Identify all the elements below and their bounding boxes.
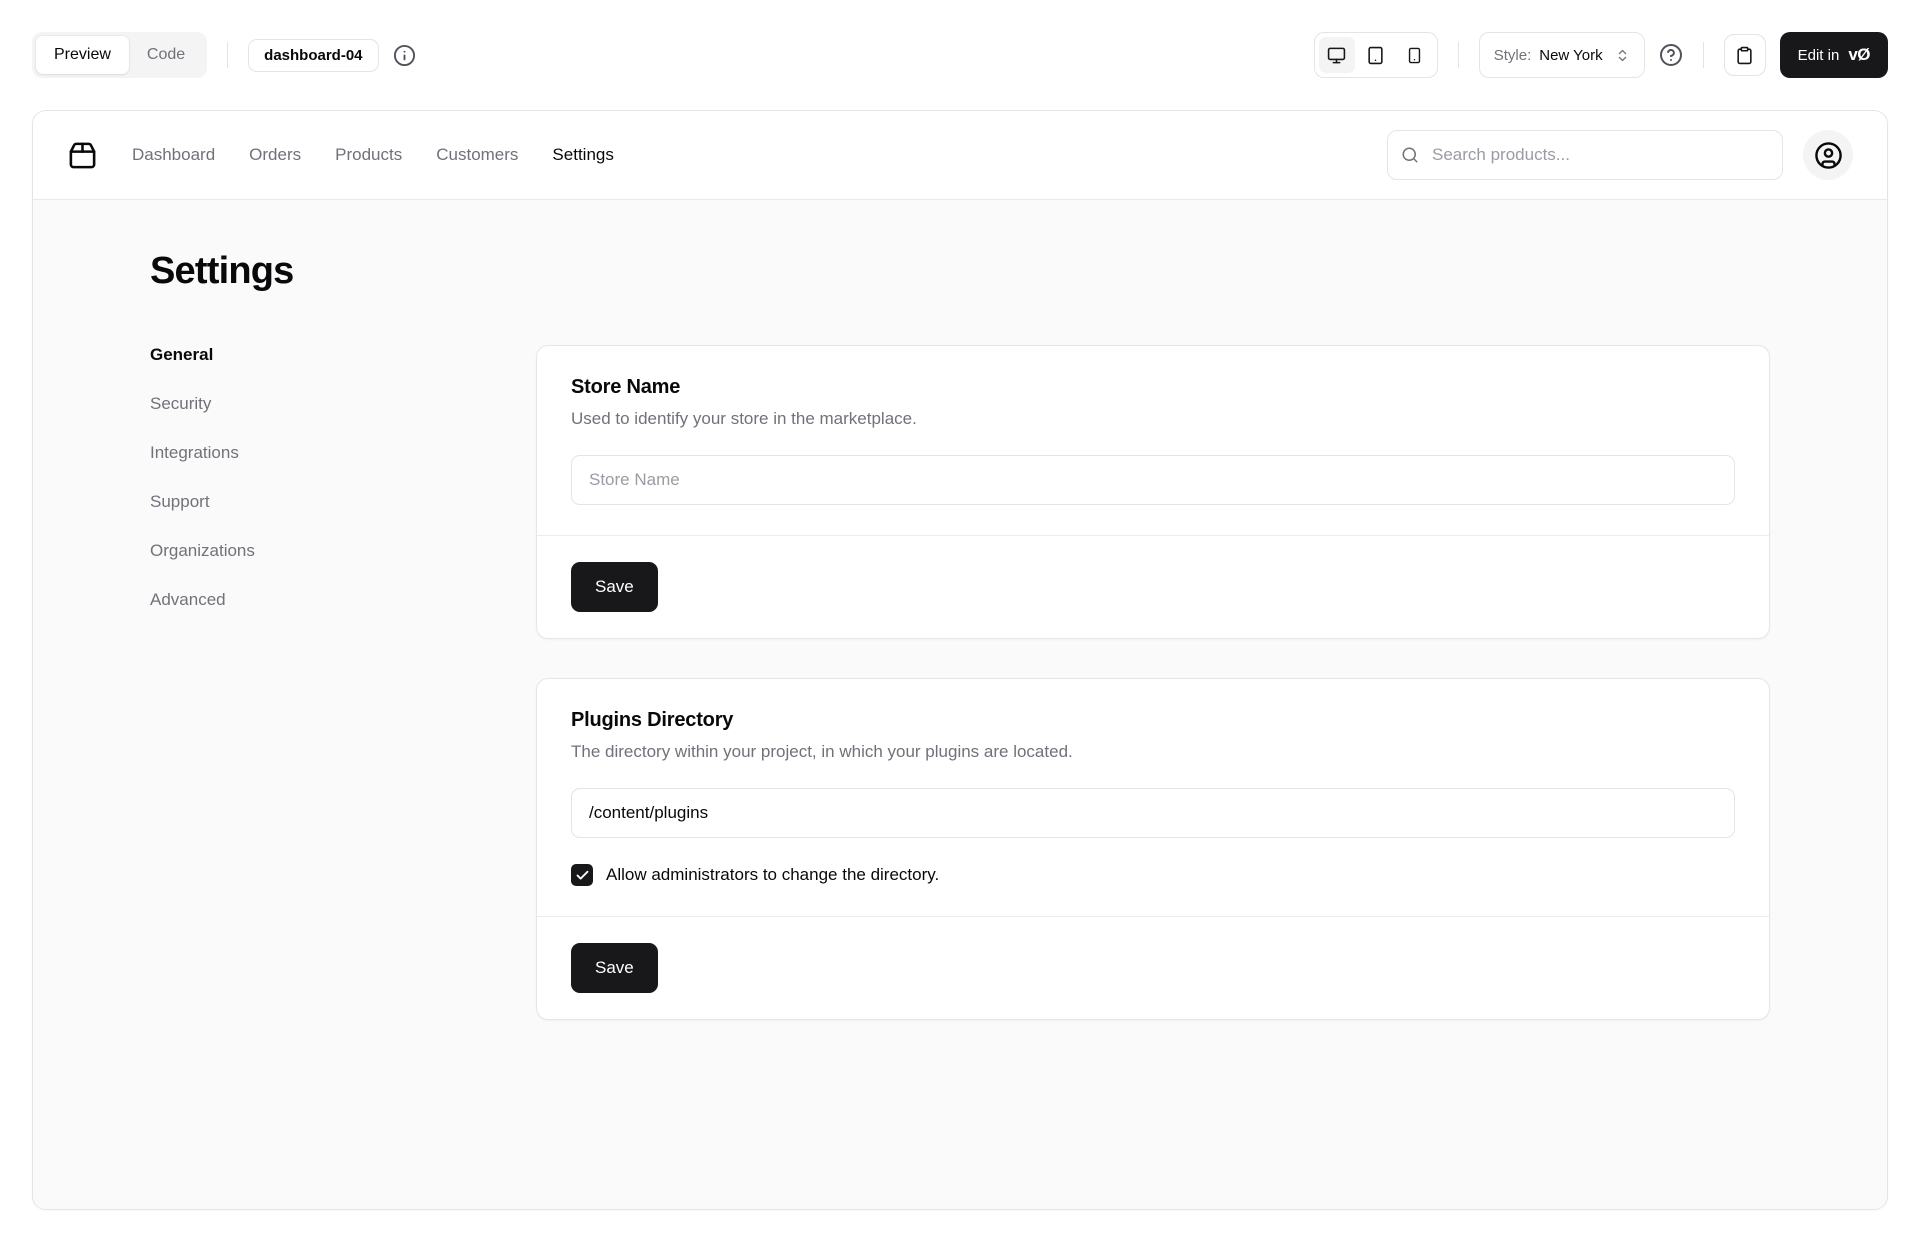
style-select[interactable]: Style: New York <box>1478 32 1645 78</box>
tablet-icon <box>1366 46 1385 65</box>
search-field <box>1387 130 1783 180</box>
plugins-directory-input[interactable] <box>571 788 1735 838</box>
edit-in-v0-label: Edit in <box>1797 46 1840 64</box>
nav-link-products[interactable]: Products <box>335 145 402 165</box>
sidebar-item-security[interactable]: Security <box>150 394 502 414</box>
user-menu-button[interactable] <box>1803 130 1853 180</box>
tab-preview[interactable]: Preview <box>36 36 129 74</box>
help-button[interactable] <box>1659 43 1683 67</box>
block-name-badge: dashboard-04 <box>248 38 379 72</box>
nav-link-orders[interactable]: Orders <box>249 145 301 165</box>
search-input[interactable] <box>1387 130 1783 180</box>
mobile-view-button[interactable] <box>1397 37 1433 73</box>
top-toolbar: Preview Code dashboard-04 Style: New Yor… <box>0 0 1920 110</box>
clipboard-icon <box>1735 46 1754 65</box>
card-title: Plugins Directory <box>571 709 734 731</box>
smartphone-icon <box>1406 47 1423 64</box>
sidebar-item-general[interactable]: General <box>150 345 502 365</box>
sidebar-item-advanced[interactable]: Advanced <box>150 590 502 610</box>
card-title: Store Name <box>571 376 681 398</box>
nav-link-dashboard[interactable]: Dashboard <box>132 145 215 165</box>
sidebar-item-support[interactable]: Support <box>150 492 502 512</box>
store-name-card: Store Name Used to identify your store i… <box>536 345 1770 639</box>
monitor-icon <box>1327 46 1346 65</box>
style-select-label: Style: <box>1493 46 1532 64</box>
info-button[interactable] <box>393 44 416 67</box>
toolbar-separator <box>1702 42 1704 68</box>
page-title: Settings <box>150 250 294 292</box>
sidebar-item-integrations[interactable]: Integrations <box>150 443 502 463</box>
edit-in-v0-button[interactable]: Edit in vØ <box>1779 32 1888 78</box>
info-icon <box>393 44 416 67</box>
plugins-directory-card: Plugins Directory The directory within y… <box>536 678 1770 1020</box>
allow-admins-checkbox[interactable] <box>571 864 593 886</box>
check-icon <box>575 868 590 883</box>
app-navbar: Dashboard Orders Products Customers Sett… <box>33 111 1887 200</box>
circle-help-icon <box>1659 43 1683 67</box>
view-mode-tabs: Preview Code <box>32 32 208 78</box>
toolbar-separator <box>227 42 229 68</box>
save-button[interactable]: Save <box>571 562 658 612</box>
save-button[interactable]: Save <box>571 943 658 993</box>
style-select-value: New York <box>1539 46 1603 64</box>
store-name-input[interactable] <box>571 455 1735 505</box>
copy-code-button[interactable] <box>1723 34 1766 76</box>
device-toggle-group <box>1313 32 1438 78</box>
card-description: Used to identify your store in the marke… <box>571 409 917 428</box>
toolbar-separator <box>1457 42 1459 68</box>
card-description: The directory within your project, in wh… <box>571 742 1073 761</box>
package-icon[interactable] <box>67 140 98 171</box>
settings-page: Settings General Security Integrations S… <box>33 200 1887 1209</box>
tablet-view-button[interactable] <box>1358 37 1394 73</box>
v0-logo-icon: vØ <box>1848 45 1870 64</box>
allow-admins-checkbox-label[interactable]: Allow administrators to change the direc… <box>606 865 939 885</box>
settings-side-nav: General Security Integrations Support Or… <box>150 345 502 610</box>
nav-link-settings[interactable]: Settings <box>552 145 613 165</box>
chevrons-up-down-icon <box>1611 48 1630 63</box>
desktop-view-button[interactable] <box>1318 37 1355 73</box>
circle-user-icon <box>1814 141 1843 170</box>
nav-link-customers[interactable]: Customers <box>436 145 518 165</box>
tab-code[interactable]: Code <box>129 36 203 74</box>
sidebar-item-organizations[interactable]: Organizations <box>150 541 502 561</box>
block-preview-frame: Dashboard Orders Products Customers Sett… <box>32 110 1888 1210</box>
